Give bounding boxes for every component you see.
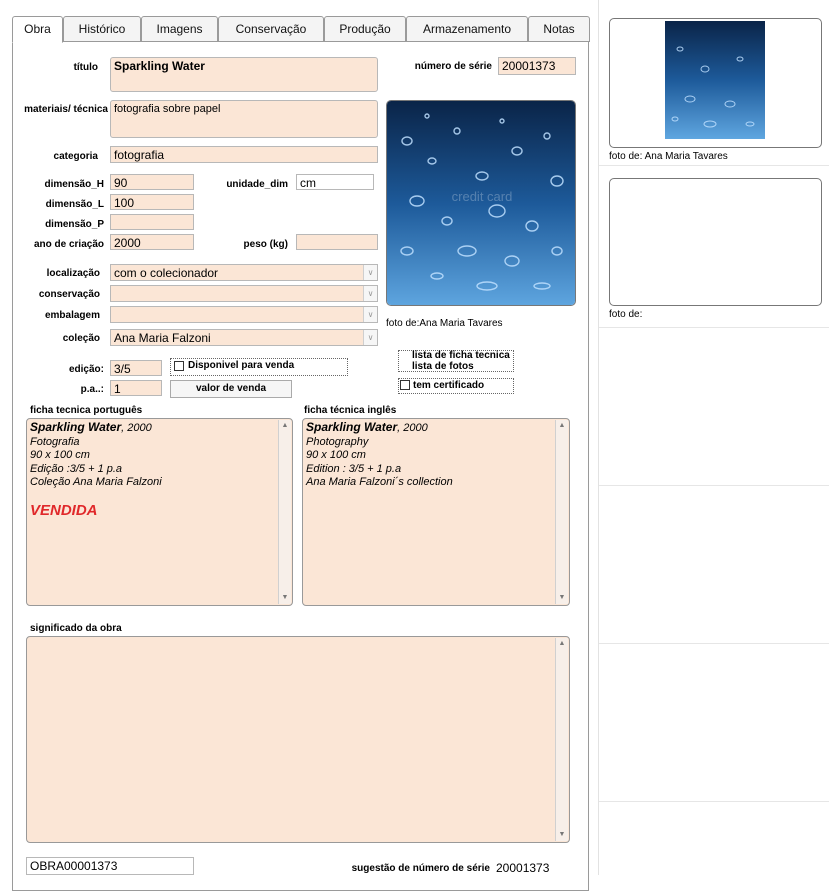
scroll-up-icon[interactable]: ▲: [556, 420, 568, 432]
ficha-en-scrollbar[interactable]: ▲ ▼: [555, 420, 568, 604]
chevron-down-icon[interactable]: ∨: [363, 330, 377, 345]
photo-caption-1: foto de: Ana Maria Tavares: [609, 151, 728, 162]
edicao-field[interactable]: 3/5: [110, 360, 162, 376]
scroll-up-icon[interactable]: ▲: [556, 638, 568, 650]
localizacao-select[interactable]: com o colecionador ∨: [110, 264, 378, 281]
materiais-field[interactable]: fotografia sobre papel: [110, 100, 378, 138]
photo-slot-4[interactable]: [599, 486, 829, 644]
unidade-dim-field[interactable]: cm: [296, 174, 374, 190]
disponivel-venda-checkbox[interactable]: [174, 361, 184, 371]
photo-thumbnail-1[interactable]: [609, 18, 822, 148]
ficha-pt-line: 90 x 100 cm: [30, 449, 90, 461]
peso-field[interactable]: [296, 234, 378, 250]
ficha-en-textarea[interactable]: Sparkling Water, 2000 Photography 90 x 1…: [302, 418, 570, 606]
sugestao-numero-serie-value: 20001373: [496, 861, 550, 875]
ficha-pt-line: Coleção Ana Maria Falzoni: [30, 476, 162, 488]
dim-p-label: dimensão_P: [45, 219, 104, 230]
photo-slot-1[interactable]: foto de: Ana Maria Tavares: [599, 0, 829, 166]
colecao-select[interactable]: Ana Maria Falzoni ∨: [110, 329, 378, 346]
artwork-photo[interactable]: credit card: [386, 100, 576, 306]
photo-caption-2: foto de:: [609, 309, 643, 320]
pa-field[interactable]: 1: [110, 380, 162, 396]
photo-credit-caption: foto de:Ana Maria Tavares: [386, 318, 503, 329]
numero-serie-field[interactable]: 20001373: [498, 57, 576, 75]
significado-textarea[interactable]: ▲ ▼: [26, 636, 570, 843]
peso-label: peso (kg): [243, 239, 288, 250]
categoria-field[interactable]: fotografia: [110, 146, 378, 163]
tem-certificado-checkbox[interactable]: [400, 380, 410, 390]
scroll-up-icon[interactable]: ▲: [279, 420, 291, 432]
dim-l-label: dimensão_L: [45, 199, 104, 210]
ficha-en-title: Sparkling Water: [306, 420, 398, 434]
tab-historico[interactable]: Histórico: [63, 16, 141, 42]
chevron-down-icon[interactable]: ∨: [363, 265, 377, 280]
pa-label: p.a..:: [80, 384, 104, 395]
titulo-label: título: [73, 62, 98, 73]
scroll-down-icon[interactable]: ▼: [556, 592, 568, 604]
tem-certificado-label: tem certificado: [413, 380, 485, 391]
water-droplets-image: credit card: [387, 101, 575, 305]
photo-sidebar: foto de: Ana Maria Tavares foto de:: [598, 0, 829, 875]
tab-imagens[interactable]: Imagens: [141, 16, 218, 42]
dim-l-field[interactable]: 100: [110, 194, 194, 210]
colecao-label: coleção: [62, 333, 100, 344]
photo-slot-5[interactable]: [599, 644, 829, 802]
numero-serie-label: número de série: [414, 61, 492, 72]
significado-scrollbar[interactable]: ▲ ▼: [555, 638, 568, 841]
ficha-en-line: 90 x 100 cm: [306, 449, 366, 461]
embalagem-select[interactable]: ∨: [110, 306, 378, 323]
svg-text:credit card: credit card: [452, 189, 513, 204]
scroll-down-icon[interactable]: ▼: [279, 592, 291, 604]
tab-notas[interactable]: Notas: [528, 16, 590, 42]
photo-slot-3[interactable]: [599, 328, 829, 486]
sugestao-numero-serie-label: sugestão de número de série: [351, 863, 490, 874]
significado-label: significado da obra: [30, 623, 122, 634]
localizacao-value: com o colecionador: [114, 266, 219, 280]
titulo-field[interactable]: Sparkling Water: [110, 57, 378, 92]
valor-venda-button[interactable]: valor de venda: [170, 380, 292, 398]
ficha-pt-line: Edição :3/5 + 1 p.a: [30, 462, 123, 475]
edicao-label: edição:: [68, 364, 104, 375]
ficha-pt-title: Sparkling Water: [30, 420, 122, 434]
ficha-en-line: Edition : 3/5 + 1 p.a: [306, 462, 402, 475]
photo-slot-2[interactable]: foto de:: [599, 166, 829, 328]
tab-obra[interactable]: Obra: [12, 16, 63, 43]
photo-thumbnail-2[interactable]: [609, 178, 822, 306]
materiais-label: materiais/ técnica: [24, 104, 108, 115]
obra-id-field[interactable]: OBRA00001373: [26, 857, 194, 875]
tab-armazenamento[interactable]: Armazenamento: [406, 16, 528, 42]
dim-h-label: dimensão_H: [44, 179, 104, 190]
lista-ficha-tecnica-link[interactable]: lista de ficha tecnica: [412, 350, 510, 361]
ano-criacao-field[interactable]: 2000: [110, 234, 194, 250]
scroll-down-icon[interactable]: ▼: [556, 829, 568, 841]
vendida-status: VENDIDA: [30, 501, 98, 519]
water-droplets-thumbnail: [665, 21, 765, 139]
chevron-down-icon[interactable]: ∨: [363, 307, 377, 322]
ficha-pt-scrollbar[interactable]: ▲ ▼: [278, 420, 291, 604]
categoria-label: categoria: [53, 151, 98, 162]
lista-fotos-link[interactable]: lista de fotos: [412, 361, 474, 372]
ficha-en-year: , 2000: [397, 422, 428, 434]
ficha-en-line: Ana Maria Falzoni´s collection: [306, 476, 453, 488]
dim-p-field[interactable]: [110, 214, 194, 230]
colecao-value: Ana Maria Falzoni: [114, 331, 211, 345]
localizacao-label: localização: [46, 268, 100, 279]
embalagem-label: embalagem: [44, 310, 100, 321]
ficha-pt-line: Fotografia: [30, 435, 80, 448]
ficha-en-label: ficha técnica inglês: [304, 405, 397, 416]
ficha-en-line: Photography: [306, 435, 369, 448]
tab-conservacao[interactable]: Conservação: [218, 16, 324, 42]
conservacao-label: conservação: [38, 289, 100, 300]
ficha-pt-label: ficha tecnica português: [30, 405, 143, 416]
tab-producao[interactable]: Produção: [324, 16, 406, 42]
ficha-pt-textarea[interactable]: Sparkling Water, 2000 Fotografia 90 x 10…: [26, 418, 293, 606]
ficha-pt-year: , 2000: [121, 422, 152, 434]
ano-criacao-label: ano de criação: [33, 239, 104, 250]
disponivel-venda-label: Disponivel para venda: [188, 360, 295, 371]
conservacao-select[interactable]: ∨: [110, 285, 378, 302]
unidade-dim-label: unidade_dim: [226, 179, 288, 190]
chevron-down-icon[interactable]: ∨: [363, 286, 377, 301]
dim-h-field[interactable]: 90: [110, 174, 194, 190]
